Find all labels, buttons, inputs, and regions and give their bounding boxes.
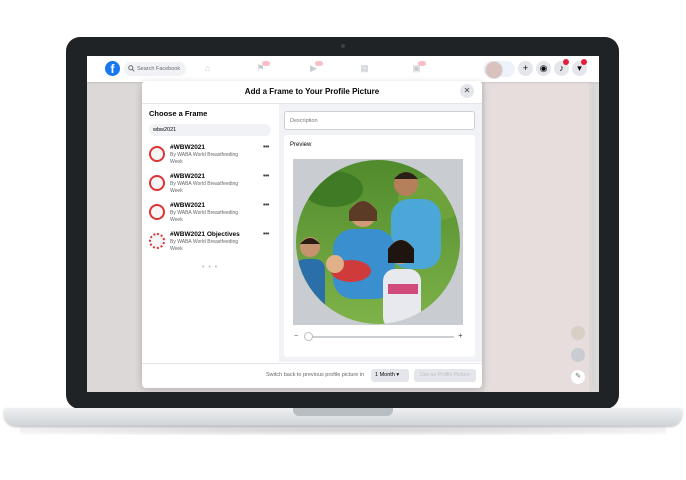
frame-name: #WBW2021 xyxy=(170,144,206,151)
loading-indicator: • • • xyxy=(202,264,219,271)
frame-author: By WABA World Breastfeeding Week xyxy=(170,239,239,252)
preview-image-area[interactable] xyxy=(293,159,463,325)
more-options-icon[interactable]: ••• xyxy=(263,144,269,151)
more-options-icon[interactable]: ••• xyxy=(263,202,269,209)
scrollbar[interactable] xyxy=(592,86,595,386)
zoom-out-icon[interactable]: − xyxy=(294,333,298,340)
more-contacts-icon[interactable] xyxy=(571,348,585,362)
facebook-top-bar: f Search Facebook ⌂ ⚑ ▶ ▦ ▣ + ◉ ♪ ▾ xyxy=(87,56,599,82)
create-button[interactable]: + xyxy=(518,61,533,76)
search-icon xyxy=(128,65,135,72)
avatar[interactable] xyxy=(485,61,503,79)
dialog-footer: Switch back to previous profile picture … xyxy=(142,363,482,388)
chevron-down-icon: ▾ xyxy=(396,372,400,378)
duration-value: 1 Month xyxy=(375,372,395,378)
contact-avatar[interactable] xyxy=(571,326,585,340)
use-as-profile-picture-button[interactable]: Use as Profile Picture xyxy=(414,369,476,382)
close-icon[interactable]: ✕ xyxy=(460,84,474,98)
preview-pane: Preview xyxy=(279,104,482,362)
messenger-icon[interactable]: ◉ xyxy=(536,61,551,76)
duration-select[interactable]: 1 Month ▾ xyxy=(371,369,409,382)
frame-dialog: Add a Frame to Your Profile Picture ✕ Ch… xyxy=(142,81,482,388)
search-placeholder: Search Facebook xyxy=(137,66,181,72)
laptop-notch xyxy=(293,408,393,416)
home-icon[interactable]: ⌂ xyxy=(202,63,213,74)
choose-frame-heading: Choose a Frame xyxy=(149,109,208,118)
dialog-title: Add a Frame to Your Profile Picture xyxy=(142,81,482,104)
switch-back-label: Switch back to previous profile picture … xyxy=(266,372,365,378)
notification-badge xyxy=(262,61,270,66)
zoom-slider[interactable] xyxy=(304,336,454,338)
frame-item[interactable]: #WBW2021 By WABA World Breastfeeding Wee… xyxy=(149,144,273,170)
zoom-slider-handle[interactable] xyxy=(304,332,313,341)
preview-card: Preview − + xyxy=(284,135,475,357)
facebook-logo[interactable]: f xyxy=(105,61,120,76)
frame-search-input[interactable] xyxy=(149,124,271,136)
description-input[interactable] xyxy=(284,111,475,130)
frame-item[interactable]: #WBW2021 By WABA World Breastfeeding Wee… xyxy=(149,202,273,228)
frame-thumbnail xyxy=(149,204,165,220)
notification-badge xyxy=(315,61,323,66)
frame-name: #WBW2021 Objectives xyxy=(170,231,240,238)
frame-thumbnail xyxy=(149,233,165,249)
frame-author: By WABA World Breastfeeding Week xyxy=(170,152,239,165)
profile-photo-preview xyxy=(293,159,463,325)
frame-item[interactable]: #WBW2021 By WABA World Breastfeeding Wee… xyxy=(149,173,273,199)
contacts-background xyxy=(485,82,589,392)
notification-count-badge xyxy=(581,59,587,65)
notification-badge xyxy=(418,61,426,66)
more-options-icon[interactable]: ••• xyxy=(263,173,269,180)
frame-thumbnail xyxy=(149,146,165,162)
more-options-icon[interactable]: ••• xyxy=(263,231,269,238)
frame-name: #WBW2021 xyxy=(170,173,206,180)
laptop-shadow xyxy=(20,425,666,435)
new-message-icon[interactable]: ✎ xyxy=(571,370,585,384)
frame-list-pane: Choose a Frame #WBW2021 By WABA World Br… xyxy=(142,104,277,362)
marketplace-icon[interactable]: ▦ xyxy=(359,63,370,74)
frame-author: By WABA World Breastfeeding Week xyxy=(170,210,239,223)
frame-author: By WABA World Breastfeeding Week xyxy=(170,181,239,194)
preview-label: Preview xyxy=(290,142,312,148)
frame-thumbnail xyxy=(149,175,165,191)
notification-count-badge xyxy=(563,59,569,65)
frame-name: #WBW2021 xyxy=(170,202,206,209)
search-box[interactable]: Search Facebook xyxy=(124,62,186,76)
laptop-camera xyxy=(341,44,345,48)
laptop-screen: f Search Facebook ⌂ ⚑ ▶ ▦ ▣ + ◉ ♪ ▾ Add … xyxy=(87,56,599,392)
zoom-in-icon[interactable]: + xyxy=(458,331,463,340)
frame-item[interactable]: #WBW2021 Objectives By WABA World Breast… xyxy=(149,231,273,257)
